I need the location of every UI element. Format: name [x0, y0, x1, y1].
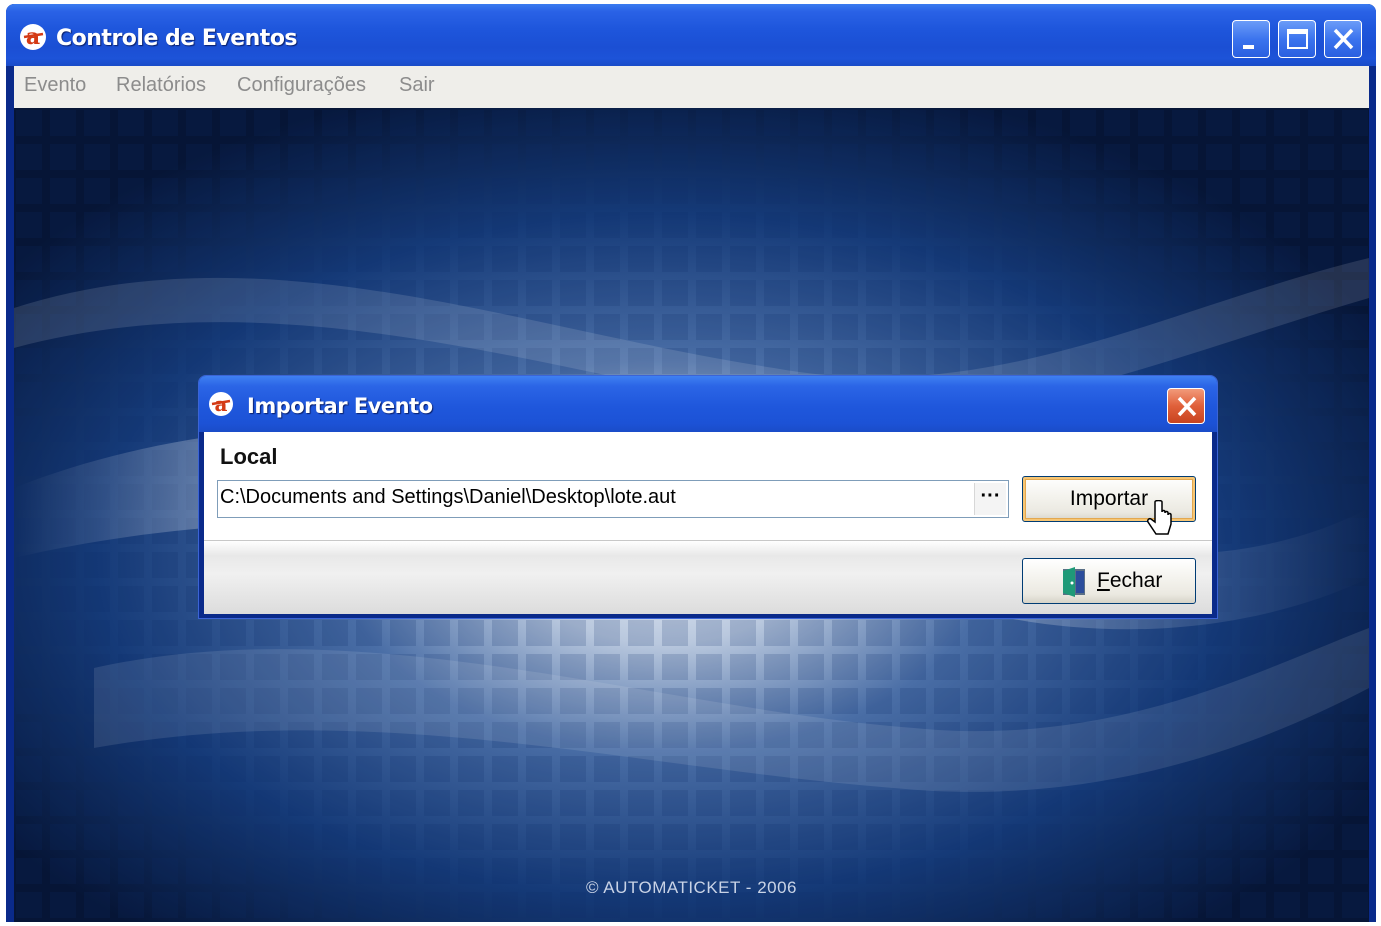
close-button[interactable]: [1324, 20, 1362, 58]
dialog-close-button[interactable]: [1167, 388, 1205, 424]
minimize-button[interactable]: [1232, 20, 1270, 58]
browse-button[interactable]: ···: [974, 483, 1006, 515]
dialog-titlebar[interactable]: a Importar Evento: [199, 376, 1217, 432]
maximize-button[interactable]: [1278, 20, 1316, 58]
close-dialog-button[interactable]: Fechar: [1022, 558, 1196, 604]
close-button-label: echar: [1109, 569, 1163, 592]
import-dialog: a Importar Evento Local C:\Documents and…: [199, 376, 1217, 618]
door-exit-icon: [1063, 567, 1085, 597]
window-title: Controle de Eventos: [56, 26, 298, 51]
menu-bar: Evento Relatórios Configurações Sair: [14, 66, 1369, 109]
mouse-cursor-hand-icon: [1147, 500, 1172, 535]
main-titlebar[interactable]: a Controle de Eventos: [6, 4, 1376, 66]
app-logo-icon: a: [209, 392, 233, 416]
menu-relatorios[interactable]: Relatórios: [116, 74, 206, 97]
menu-configuracoes[interactable]: Configurações: [237, 74, 366, 97]
menu-sair[interactable]: Sair: [399, 74, 435, 97]
copyright-footer: © AUTOMATICKET - 2006: [585, 878, 798, 897]
close-button-mnemonic: F: [1097, 569, 1110, 592]
menu-evento[interactable]: Evento: [24, 74, 86, 97]
maximize-icon: [1287, 29, 1308, 49]
local-label: Local: [220, 444, 278, 469]
path-input[interactable]: C:\Documents and Settings\Daniel\Desktop…: [217, 480, 1009, 518]
minimize-icon: [1243, 45, 1254, 49]
close-icon: [1177, 396, 1197, 417]
app-logo-icon: a: [20, 24, 46, 50]
close-icon: [1333, 28, 1354, 50]
dialog-body: Local C:\Documents and Settings\Daniel\D…: [204, 432, 1212, 614]
dialog-title: Importar Evento: [247, 394, 433, 418]
